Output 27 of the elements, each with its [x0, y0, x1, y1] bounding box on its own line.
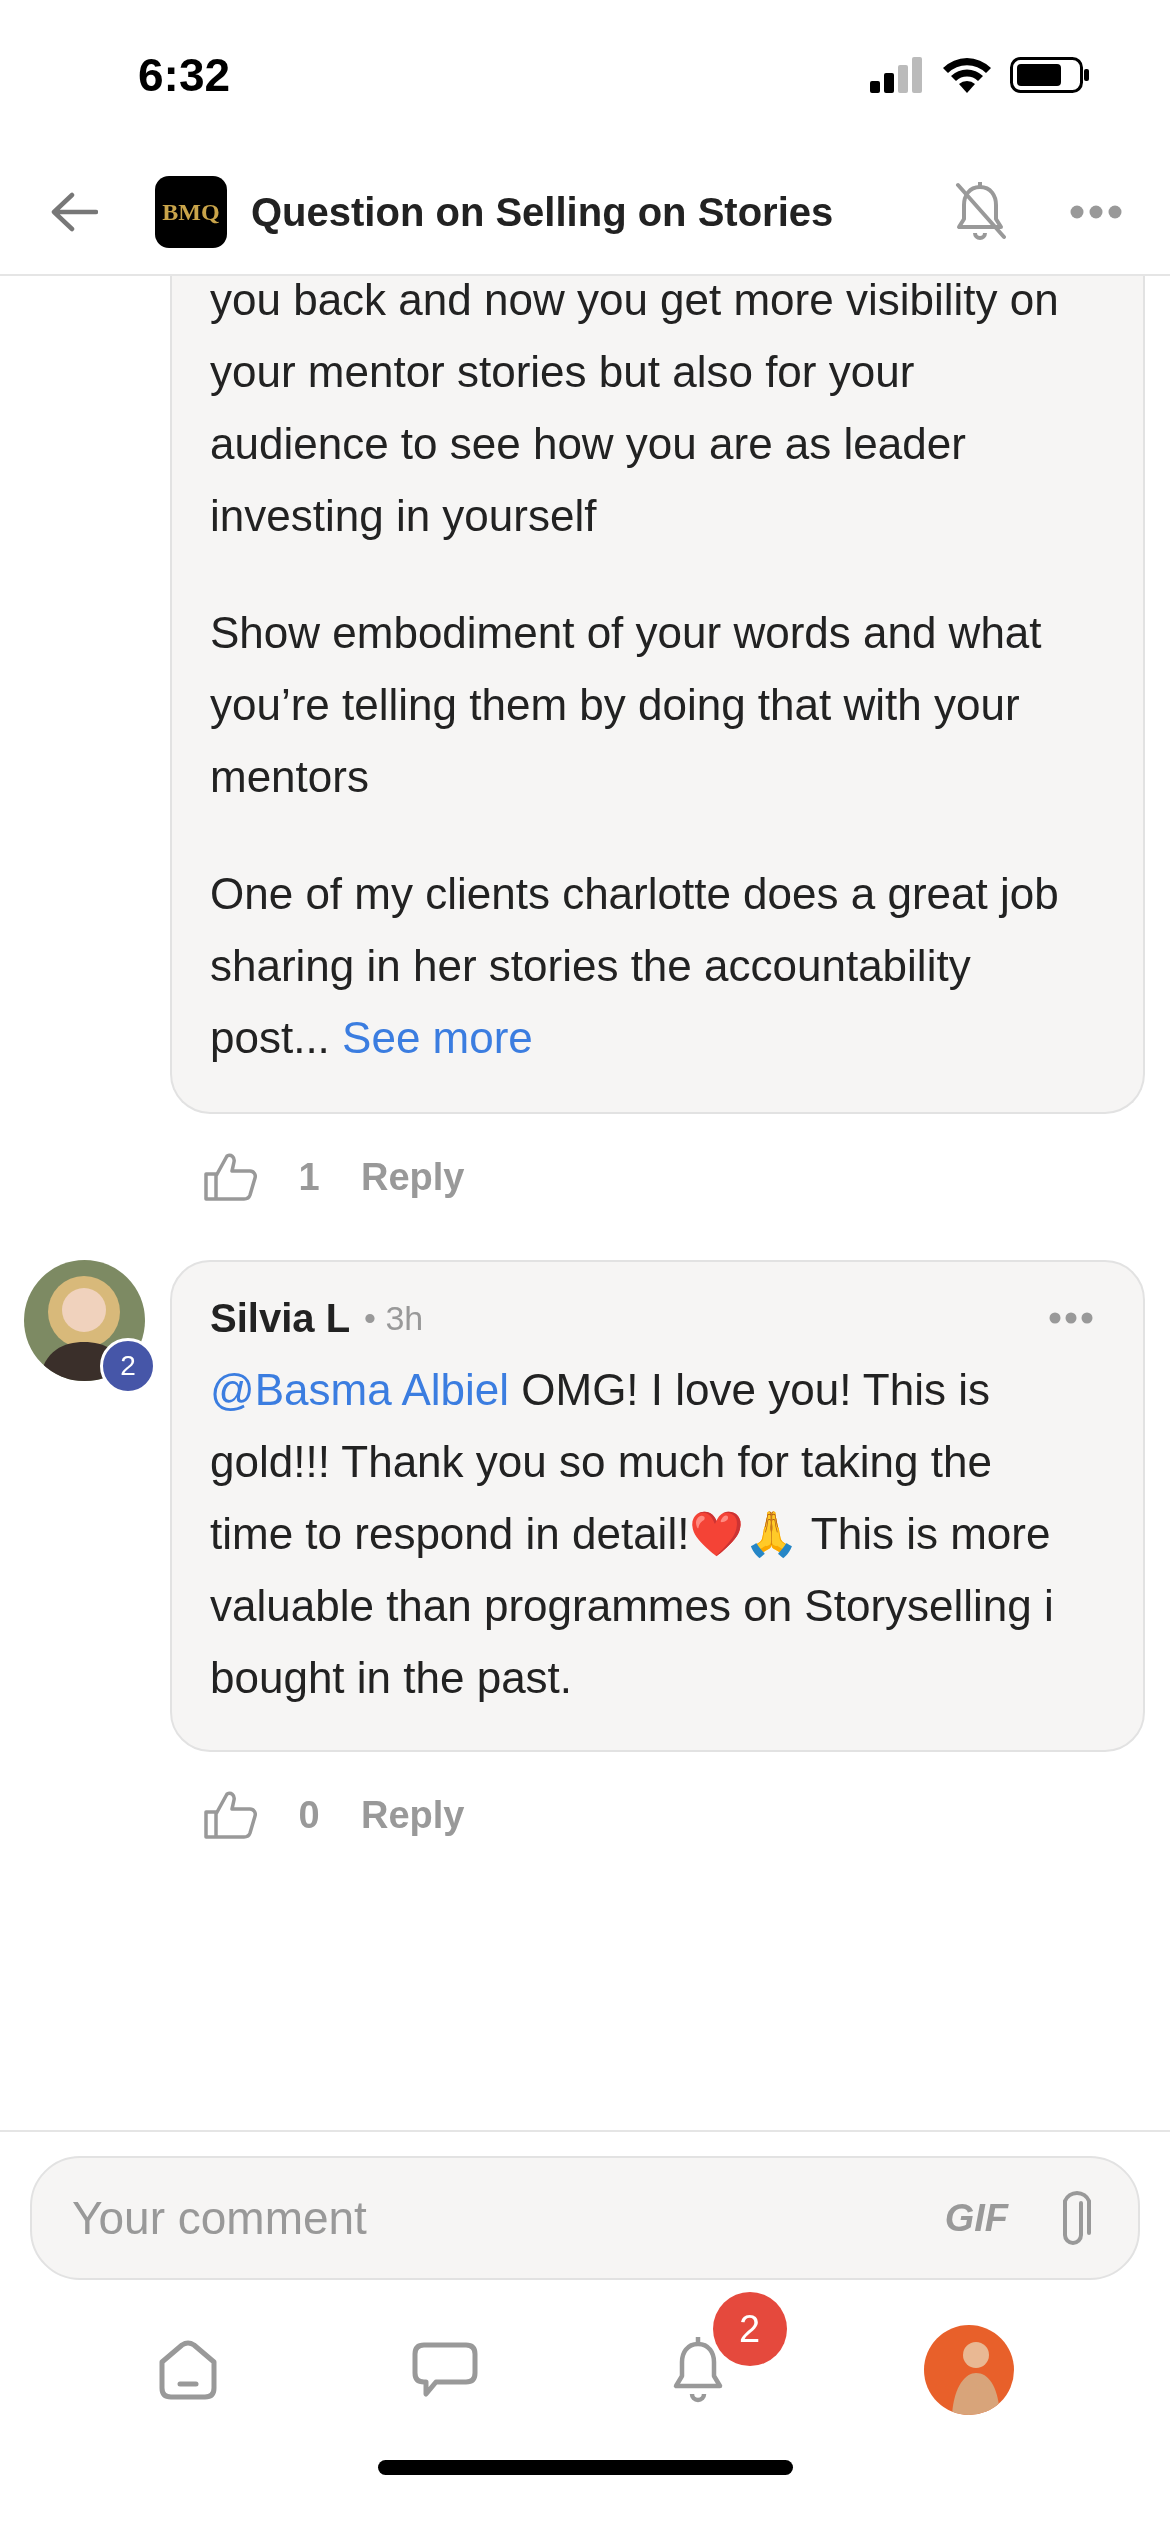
comment-text: you back and now you get more visibility on your mentor stories but also for your audience to see how you are as leader investing in yourself	[210, 276, 1060, 542]
wifi-icon	[942, 57, 992, 93]
reply-button[interactable]: Reply	[361, 1148, 465, 1206]
level-badge: 2	[100, 1338, 156, 1394]
mention-link[interactable]: @Basma Albiel	[210, 1365, 510, 1414]
notification-badge: 2	[712, 2292, 787, 2366]
comment-text: Show embodiment of your words and what you’re telling them by doing that with your mentors	[210, 607, 1043, 803]
comment-field[interactable]: Your comment GIF	[30, 2156, 1140, 2280]
signal-icon	[870, 57, 924, 93]
status-time: 6:32	[138, 47, 231, 103]
comment-text: One of my clients charlotte does a great job sharing in her stories the accountability post... See more	[210, 868, 1060, 1064]
page-title: Question on Selling on Stories	[251, 189, 835, 236]
logo-text: BMQ	[162, 198, 220, 227]
like-icon[interactable]	[203, 1152, 257, 1202]
muted-bell-icon	[954, 181, 1006, 243]
author-name[interactable]: Silvia L	[210, 1288, 351, 1348]
like-icon[interactable]	[203, 1790, 257, 1840]
like-count: 1	[297, 1154, 321, 1200]
chat-icon[interactable]	[411, 2342, 478, 2398]
like-count: 0	[297, 1792, 321, 1838]
comment-text: @Basma Albiel OMG! I love you! This is gold!!! Thank you so much for taking the time to respond in detail!❤🙏 This is more valuable than programmes on Storyselling i bought in the past.	[210, 1364, 1055, 1704]
gif-button[interactable]: GIF	[944, 2189, 1008, 2247]
reply-button[interactable]: Reply	[361, 1786, 465, 1844]
comment-time: • 3h	[364, 1297, 425, 1339]
comment-more-button[interactable]	[1049, 1311, 1093, 1325]
battery-icon	[1010, 57, 1090, 93]
see-more-link[interactable]: See more	[342, 1013, 533, 1062]
